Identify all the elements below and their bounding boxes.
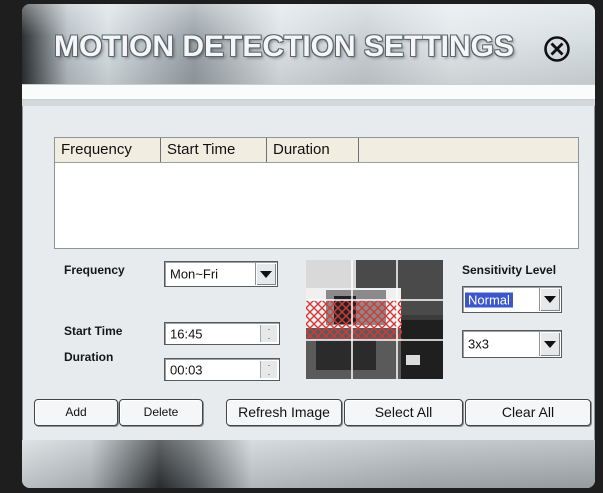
frequency-value: Mon~Fri: [170, 266, 219, 282]
sensitivity-dropdown-button[interactable]: [539, 288, 560, 311]
start-time-spinner-icon[interactable]: · ·: [260, 325, 277, 343]
camera-preview-image[interactable]: [306, 260, 443, 379]
frequency-select[interactable]: Mon~Fri: [164, 261, 278, 287]
duration-label: Duration: [64, 350, 114, 364]
column-header-frequency[interactable]: Frequency: [55, 138, 161, 162]
refresh-image-button[interactable]: Refresh Image: [226, 399, 342, 426]
column-header-start-time[interactable]: Start Time: [161, 138, 267, 162]
start-time-label: Start Time: [64, 324, 123, 338]
select-all-button[interactable]: Select All: [344, 399, 463, 426]
duration-value: 00:03: [170, 362, 203, 377]
add-button[interactable]: Add: [34, 399, 118, 426]
dialog-title: MOTION DETECTION SETTINGS: [54, 30, 515, 63]
frequency-label: Frequency: [64, 263, 125, 277]
sensitivity-select[interactable]: Normal: [462, 286, 562, 313]
sensitivity-level-label: Sensitivity Level: [462, 263, 557, 277]
chevron-down-icon: [544, 340, 556, 348]
clear-all-button[interactable]: Clear All: [465, 399, 591, 426]
chevron-down-icon: [260, 270, 272, 278]
schedule-table-header: Frequency Start Time Duration: [55, 138, 578, 163]
grid-size-select[interactable]: 3x3: [462, 330, 562, 358]
start-time-input[interactable]: 16:45 · ·: [164, 322, 280, 345]
close-icon[interactable]: [542, 34, 572, 64]
motion-zone-overlay: [306, 300, 402, 340]
grid-size-value: 3x3: [468, 336, 489, 352]
delete-button[interactable]: Delete: [119, 399, 203, 426]
duration-spinner-icon[interactable]: · ·: [260, 361, 277, 379]
chevron-down-icon: [544, 296, 556, 303]
motion-detection-dialog: MOTION DETECTION SETTINGS Frequency Star…: [22, 4, 595, 488]
duration-input[interactable]: 00:03 · ·: [164, 358, 280, 381]
header-divider: [22, 84, 595, 100]
sensitivity-value: Normal: [465, 292, 513, 307]
grid-dropdown-button[interactable]: [539, 332, 560, 356]
column-header-duration[interactable]: Duration: [267, 138, 359, 162]
start-time-value: 16:45: [170, 326, 203, 341]
schedule-table[interactable]: Frequency Start Time Duration: [54, 137, 579, 249]
frequency-dropdown-button[interactable]: [255, 263, 276, 285]
